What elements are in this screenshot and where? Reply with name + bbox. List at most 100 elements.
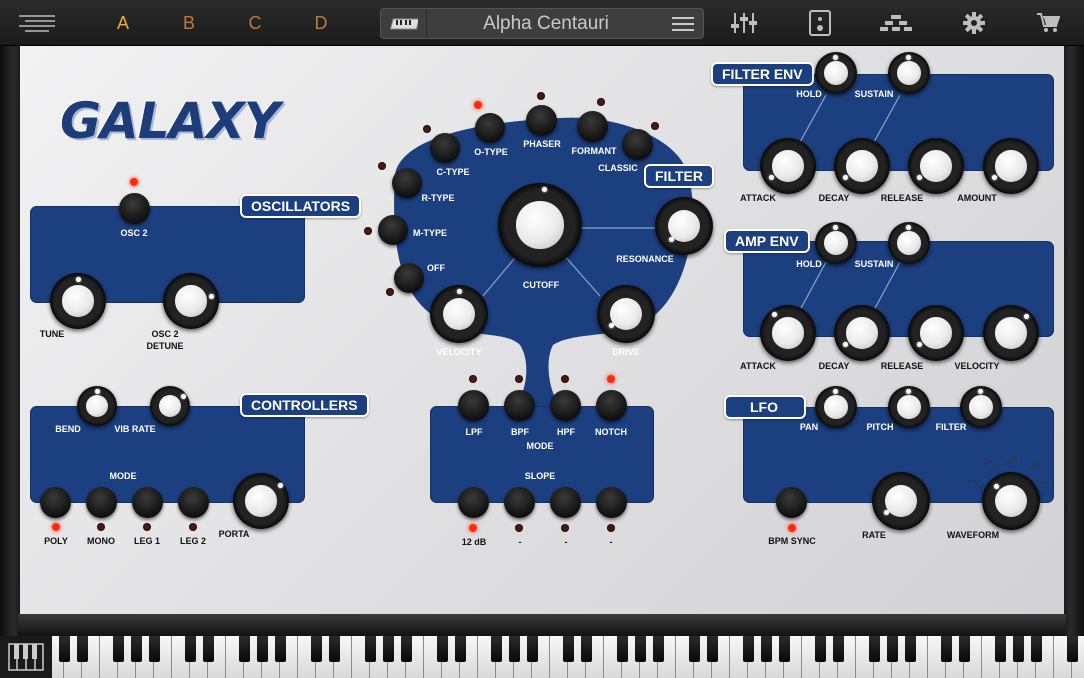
black-key[interactable] <box>869 636 880 662</box>
black-key[interactable] <box>59 636 70 662</box>
cutoff-knob[interactable] <box>498 183 582 267</box>
filter-type-r-button[interactable] <box>392 168 422 198</box>
amp-env-velocity-knob[interactable] <box>983 305 1039 361</box>
black-key[interactable] <box>761 636 772 662</box>
piano-keyboard[interactable] <box>0 636 1084 678</box>
black-key[interactable] <box>707 636 718 662</box>
tune-knob[interactable] <box>50 273 106 329</box>
drive-knob[interactable] <box>597 285 655 343</box>
black-key[interactable] <box>329 636 340 662</box>
filter-env-sustain-knob[interactable] <box>888 52 930 94</box>
stompbox-icon[interactable] <box>800 0 840 46</box>
black-key[interactable] <box>689 636 700 662</box>
hpf-button[interactable] <box>550 390 581 421</box>
black-key[interactable] <box>635 636 646 662</box>
lfo-rate-knob[interactable] <box>872 472 930 530</box>
preset-selector[interactable]: Alpha Centauri <box>380 8 704 39</box>
filter-type-m-button[interactable] <box>378 215 408 245</box>
filter-type-o-button[interactable] <box>475 113 505 143</box>
black-key[interactable] <box>131 636 142 662</box>
filter-velocity-knob[interactable] <box>430 285 488 343</box>
lfo-waveform-knob[interactable] <box>982 472 1040 530</box>
amp-env-hold-knob[interactable] <box>815 222 857 264</box>
bpf-button[interactable] <box>504 390 535 421</box>
filter-env-release-knob[interactable] <box>908 138 964 194</box>
bend-knob[interactable] <box>77 386 117 426</box>
slope-12db-button[interactable] <box>458 487 489 518</box>
osc2-detune-knob[interactable] <box>163 273 219 329</box>
black-key[interactable] <box>941 636 952 662</box>
lfo-pan-knob[interactable] <box>815 386 857 428</box>
lfo-pitch-knob[interactable] <box>888 386 930 428</box>
black-key[interactable] <box>311 636 322 662</box>
black-key[interactable] <box>833 636 844 662</box>
black-key[interactable] <box>563 636 574 662</box>
black-key[interactable] <box>491 636 502 662</box>
black-key[interactable] <box>437 636 448 662</box>
black-key[interactable] <box>509 636 520 662</box>
slope-3-button[interactable] <box>550 487 581 518</box>
filter-type-phaser-button[interactable] <box>526 105 557 136</box>
slot-d-button[interactable]: D <box>306 0 336 46</box>
slot-b-button[interactable]: B <box>174 0 204 46</box>
amp-env-sustain-knob[interactable] <box>888 222 930 264</box>
black-key[interactable] <box>401 636 412 662</box>
black-key[interactable] <box>383 636 394 662</box>
black-key[interactable] <box>959 636 970 662</box>
black-key[interactable] <box>77 636 88 662</box>
amp-env-release-knob[interactable] <box>908 305 964 361</box>
black-key[interactable] <box>743 636 754 662</box>
black-key[interactable] <box>815 636 826 662</box>
notch-button[interactable] <box>596 390 627 421</box>
gear-icon[interactable] <box>954 0 994 46</box>
mixer-sliders-icon[interactable] <box>724 0 764 46</box>
filter-env-decay-knob[interactable] <box>834 138 890 194</box>
black-key[interactable] <box>239 636 250 662</box>
mode-leg2-button[interactable] <box>178 487 209 518</box>
osc2-button[interactable] <box>119 193 150 224</box>
black-key[interactable] <box>1067 636 1078 662</box>
black-key[interactable] <box>149 636 160 662</box>
bpm-sync-button[interactable] <box>776 487 807 518</box>
filter-type-formant-button[interactable] <box>577 111 608 142</box>
keyboard-icon[interactable] <box>381 9 427 38</box>
amp-env-attack-knob[interactable] <box>760 305 816 361</box>
slope-2-button[interactable] <box>504 487 535 518</box>
filter-env-amount-knob[interactable] <box>983 138 1039 194</box>
filter-type-off-button[interactable] <box>394 263 424 293</box>
mode-mono-button[interactable] <box>86 487 117 518</box>
black-key[interactable] <box>275 636 286 662</box>
slot-c-button[interactable]: C <box>240 0 270 46</box>
black-key[interactable] <box>365 636 376 662</box>
black-key[interactable] <box>617 636 628 662</box>
porta-knob[interactable] <box>233 473 289 529</box>
filter-type-c-button[interactable] <box>430 133 460 163</box>
amp-env-decay-knob[interactable] <box>834 305 890 361</box>
slope-4-button[interactable] <box>596 487 627 518</box>
cart-icon[interactable] <box>1028 0 1068 46</box>
blocks-icon[interactable] <box>876 0 916 46</box>
black-key[interactable] <box>887 636 898 662</box>
black-key[interactable] <box>779 636 790 662</box>
black-key[interactable] <box>203 636 214 662</box>
black-key[interactable] <box>185 636 196 662</box>
keyboard-toggle-icon[interactable] <box>0 636 52 678</box>
filter-env-attack-knob[interactable] <box>760 138 816 194</box>
black-key[interactable] <box>455 636 466 662</box>
mode-leg1-button[interactable] <box>132 487 163 518</box>
filter-type-classic-button[interactable] <box>622 129 653 160</box>
menu-icon[interactable] <box>14 0 60 46</box>
black-key[interactable] <box>905 636 916 662</box>
preset-name[interactable]: Alpha Centauri <box>441 9 651 38</box>
lpf-button[interactable] <box>458 390 489 421</box>
black-key[interactable] <box>581 636 592 662</box>
filter-env-hold-knob[interactable] <box>815 52 857 94</box>
resonance-knob[interactable] <box>655 197 713 255</box>
slot-a-button[interactable]: A <box>108 0 138 46</box>
black-key[interactable] <box>1031 636 1042 662</box>
hamburger-icon[interactable] <box>669 9 697 38</box>
black-key[interactable] <box>653 636 664 662</box>
black-key[interactable] <box>995 636 1006 662</box>
black-key[interactable] <box>527 636 538 662</box>
mode-poly-button[interactable] <box>40 487 71 518</box>
